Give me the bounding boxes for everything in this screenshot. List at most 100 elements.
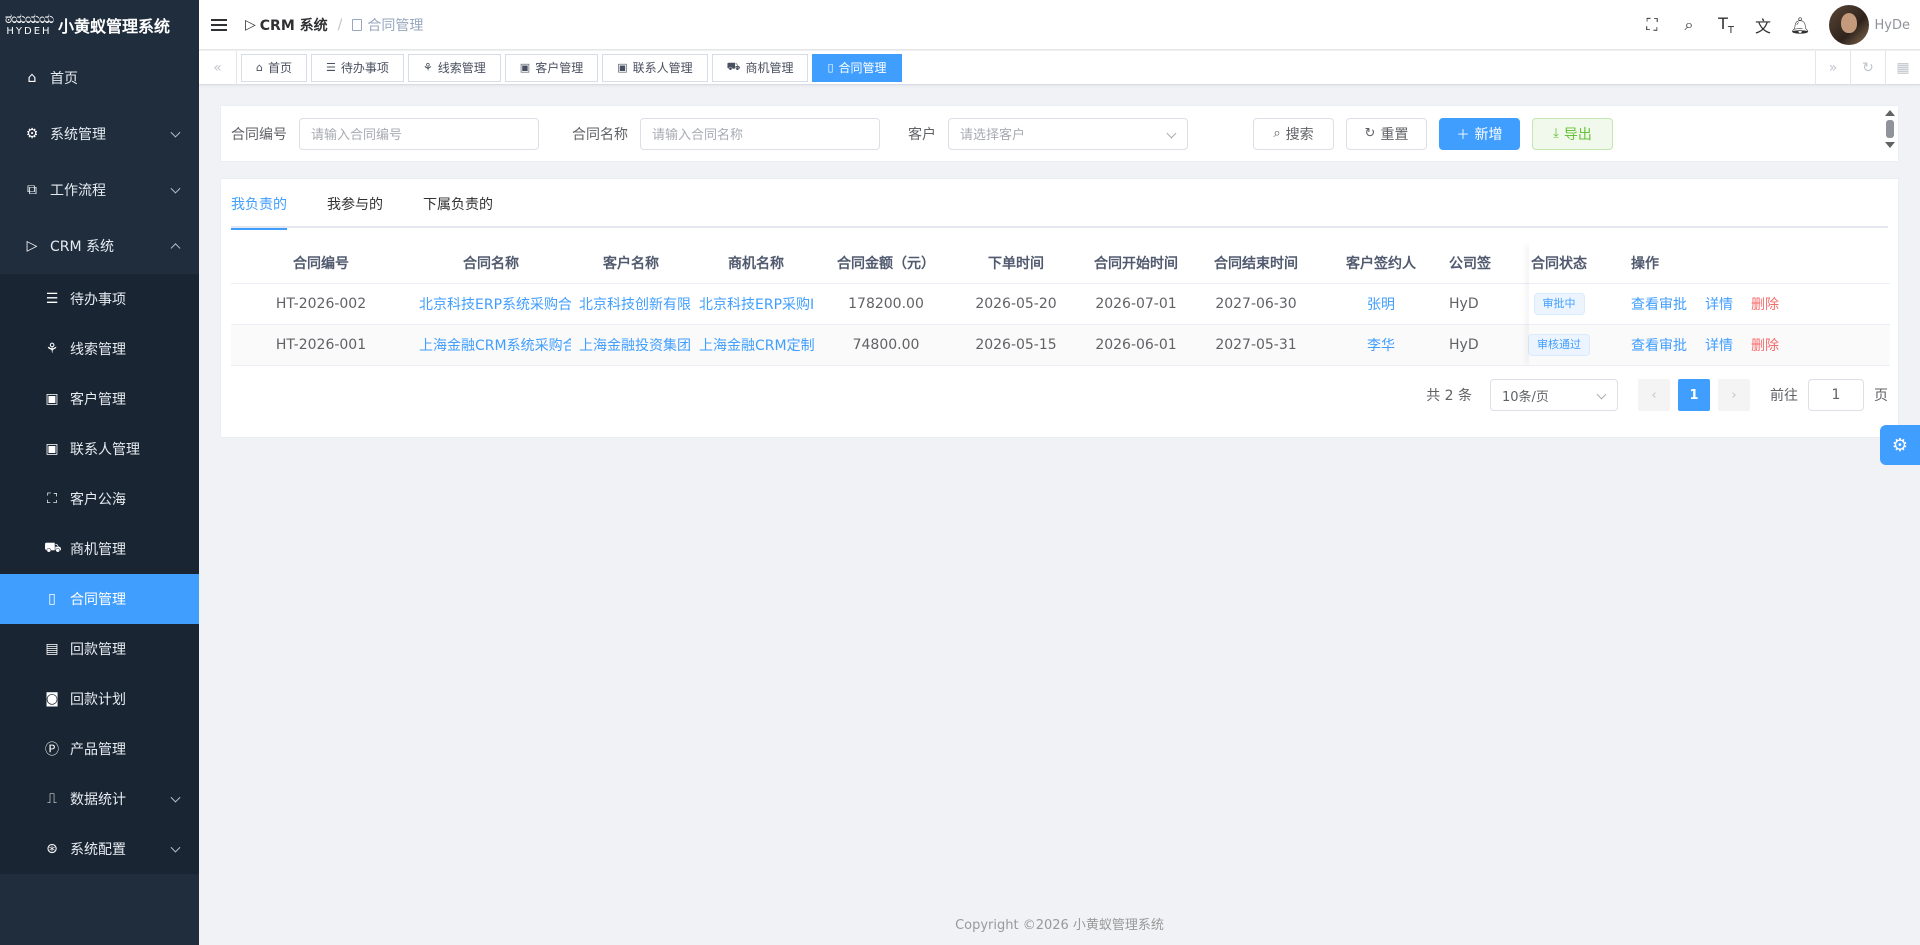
logo[interactable]: ಠಯಯಯ HYDEH 小黄蚁管理系统 (0, 0, 199, 50)
product-icon: Ⓟ (45, 742, 59, 758)
amount-cell: 178200.00 (848, 296, 924, 312)
add-button[interactable]: ＋ 新增 (1439, 117, 1520, 150)
tag-customers[interactable]: ▣ 客户管理 (504, 53, 599, 82)
sidebar-item-system[interactable]: ⚙ 系统管理 (0, 106, 199, 162)
search-button[interactable]: ⌕ 搜索 (1253, 117, 1334, 150)
reset-button[interactable]: ↻ 重置 (1346, 117, 1427, 150)
font-size-icon[interactable]: TT (1708, 14, 1745, 36)
tag-label: 商机管理 (745, 61, 794, 75)
customer-signer-link[interactable]: 张明 (1321, 294, 1441, 314)
sidebar-item-payment-plans[interactable]: ◙ 回款计划 (0, 674, 199, 724)
sidebar-item-opportunities[interactable]: ⛟ 商机管理 (0, 524, 199, 574)
search-icon[interactable]: ⌕ (1671, 15, 1708, 35)
customer-select[interactable]: 请选择客户 (948, 117, 1188, 150)
avatar[interactable] (1828, 5, 1869, 45)
goto-label: 前往 (1770, 388, 1798, 404)
sidebar-item-contacts[interactable]: ▣ 联系人管理 (0, 424, 199, 474)
next-page-button[interactable]: › (1718, 379, 1750, 411)
tag-label: 合同管理 (838, 61, 887, 75)
breadcrumb: ▷ CRM 系统 / 合同管理 (245, 15, 423, 35)
tag-clues[interactable]: ⚘ 线索管理 (407, 53, 501, 82)
contract-icon (352, 18, 363, 31)
tag-opportunities[interactable]: ⛟ 商机管理 (711, 53, 809, 82)
tag-contacts[interactable]: ▣ 联系人管理 (602, 53, 708, 82)
plus-icon: ＋ (1456, 128, 1470, 143)
fullscreen-icon[interactable]: ⛶ (1634, 15, 1671, 35)
tags-scroll-left-icon[interactable]: « (199, 50, 237, 85)
pool-icon: ⛶ (47, 491, 57, 507)
sidebar-item-crm[interactable]: ▷ CRM 系统 (0, 218, 199, 274)
customer-name-link[interactable]: 北京科技创新有限 (571, 294, 691, 314)
breadcrumb-current: 合同管理 (352, 15, 423, 35)
goto-page-input[interactable]: 1 (1808, 379, 1864, 411)
logo-glyph: ಠಯಯಯ (4, 11, 54, 27)
refresh-icon[interactable]: ↻ (1850, 51, 1885, 85)
prev-page-button[interactable]: ‹ (1638, 379, 1670, 411)
tab-mine[interactable]: 我负责的 (231, 179, 287, 230)
status-cell: 审批中 (1499, 293, 1619, 315)
sidebar-item-payments[interactable]: ▤ 回款管理 (0, 624, 199, 674)
tab-subordinates[interactable]: 下属负责的 (423, 179, 493, 228)
opportunity-name-link[interactable]: 上海金融CRM定制 (691, 335, 821, 355)
tab-participating[interactable]: 我参与的 (327, 179, 383, 228)
scroll-down-icon[interactable] (1885, 142, 1895, 148)
column-header: 合同金额（元） (837, 256, 935, 272)
customer-signer-link[interactable]: 李华 (1321, 335, 1441, 355)
chevron-down-icon (170, 792, 181, 803)
contract-name-input[interactable]: 请输入合同名称 (640, 117, 880, 150)
todo-list-icon: ☰ (45, 291, 59, 307)
view-approval-link[interactable]: 查看审批 (1631, 294, 1687, 314)
sidebar-item-workflow[interactable]: ⧉ 工作流程 (0, 162, 199, 218)
delete-link[interactable]: 删除 (1751, 335, 1779, 355)
breadcrumb-separator: / (337, 16, 343, 33)
clue-icon: ⚘ (45, 341, 59, 357)
app-title: 小黄蚁管理系统 (58, 17, 171, 36)
grid-menu-icon[interactable]: ▦ (1885, 51, 1920, 85)
translate-icon[interactable]: 文 (1745, 13, 1782, 37)
detail-link[interactable]: 详情 (1705, 335, 1733, 355)
detail-link[interactable]: 详情 (1705, 294, 1733, 314)
sidebar-item-customers[interactable]: ▣ 客户管理 (0, 374, 199, 424)
tag-contracts[interactable]: ▯ 合同管理 (812, 53, 902, 82)
customer-name-link[interactable]: 上海金融投资集团 (571, 335, 691, 355)
search-scrollbar[interactable] (1885, 110, 1895, 158)
sidebar-item-label: 产品管理 (70, 742, 126, 758)
sidebar-item-contracts[interactable]: ▯ 合同管理 (0, 574, 199, 624)
sidebar-item-customer-pool[interactable]: ⛶ 客户公海 (0, 474, 199, 524)
contract-name-link[interactable]: 北京科技ERP系统采购合 (411, 294, 571, 314)
contract-no-input[interactable]: 请输入合同编号 (299, 117, 539, 150)
opportunity-icon: ⛟ (726, 60, 741, 73)
breadcrumb-root[interactable]: ▷ CRM 系统 (245, 15, 328, 35)
page-number-button[interactable]: 1 (1678, 379, 1710, 411)
opportunity-name-link[interactable]: 北京科技ERP采购I (691, 294, 821, 314)
tag-home[interactable]: ⌂ 首页 (241, 53, 307, 82)
row-actions: 查看审批 详情 删除 (1619, 335, 1779, 355)
hamburger-icon[interactable] (211, 18, 227, 31)
sidebar-item-statistics[interactable]: ⎍ 数据统计 (0, 774, 199, 824)
sidebar-item-label: 客户管理 (70, 392, 126, 408)
chevron-down-icon (170, 127, 181, 138)
page-size-select[interactable]: 10条/页 (1490, 379, 1618, 411)
tags-scroll-right-icon[interactable]: » (1815, 51, 1850, 85)
settings-gear-button[interactable]: ⚙ (1880, 425, 1920, 465)
column-header: 合同编号 (293, 256, 349, 272)
sidebar-item-clues[interactable]: ⚘ 线索管理 (0, 324, 199, 374)
amount-cell: 74800.00 (852, 337, 920, 353)
tag-todo[interactable]: ☰ 待办事项 (311, 53, 404, 82)
scroll-thumb[interactable] (1886, 120, 1894, 138)
sidebar-item-todo[interactable]: ☰ 待办事项 (0, 274, 199, 324)
delete-link[interactable]: 删除 (1751, 294, 1779, 314)
sidebar-item-config[interactable]: ⊛ 系统配置 (0, 824, 199, 874)
export-button[interactable]: ⤓ 导出 (1532, 117, 1613, 150)
view-approval-link[interactable]: 查看审批 (1631, 335, 1687, 355)
sidebar-item-label: 数据统计 (70, 792, 126, 808)
bell-icon[interactable]: 🔔︎ (1782, 16, 1819, 35)
sidebar-item-home[interactable]: ⌂ 首页 (0, 50, 199, 106)
search-form: 合同编号 请输入合同编号 合同名称 请输入合同名称 客户 请选择客户 ⌕ 搜索 … (220, 105, 1899, 162)
contract-name-link[interactable]: 上海金融CRM系统采购合 (411, 335, 571, 355)
sidebar-item-products[interactable]: Ⓟ 产品管理 (0, 724, 199, 774)
scroll-up-icon[interactable] (1885, 110, 1895, 116)
todo-list-icon: ☰ (326, 61, 336, 74)
column-header: 合同状态 (1531, 256, 1587, 272)
user-name[interactable]: HyDe (1875, 18, 1910, 33)
